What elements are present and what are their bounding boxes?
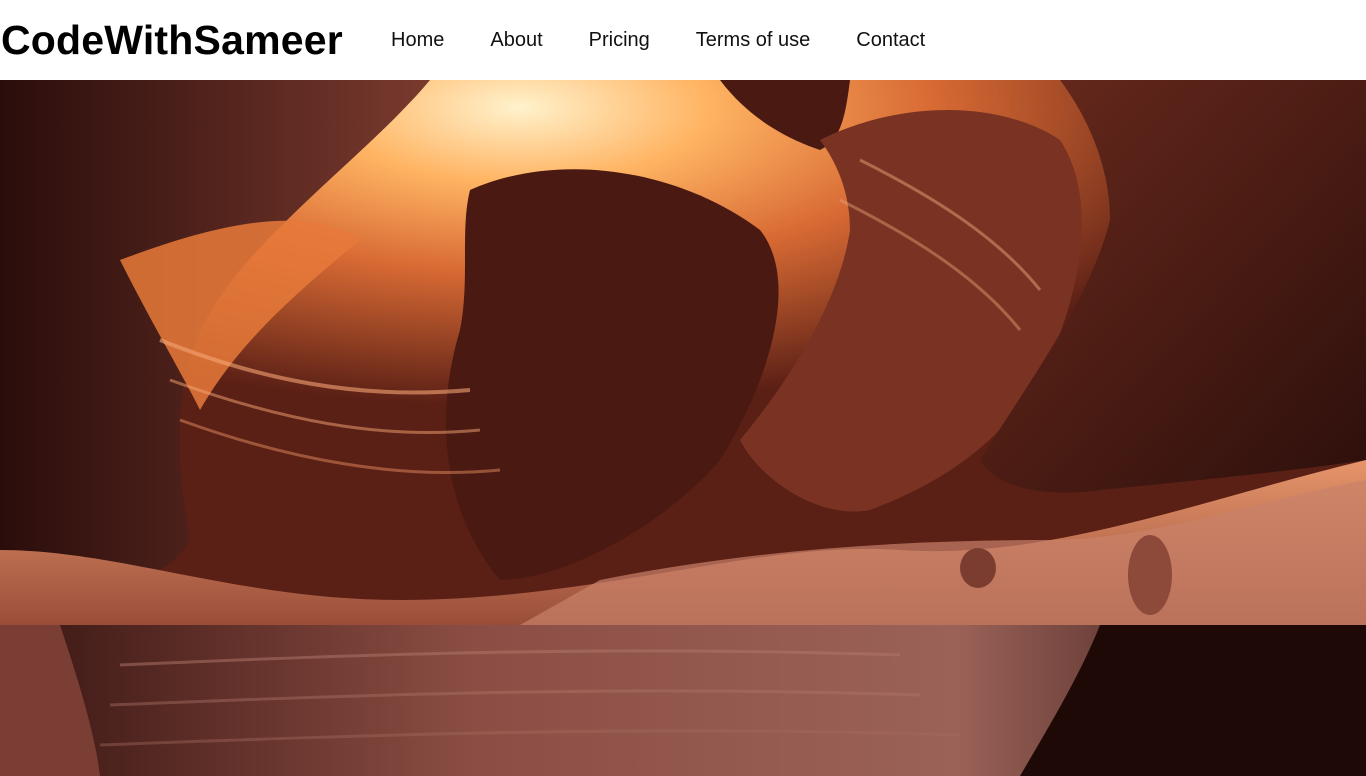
nav-link-about[interactable]: About <box>490 29 542 51</box>
top-navbar: CodeWithSameer Home About Pricing Terms … <box>0 0 1366 80</box>
brand-logo-text[interactable]: CodeWithSameer <box>1 17 343 63</box>
nav-item-about: About <box>490 28 542 52</box>
nav-menu: Home About Pricing Terms of use Contact <box>391 28 971 52</box>
hero-canyon-image-lower <box>0 625 1366 776</box>
nav-item-contact: Contact <box>856 28 925 52</box>
nav-link-home[interactable]: Home <box>391 29 444 51</box>
nav-link-contact[interactable]: Contact <box>856 29 925 51</box>
nav-link-pricing[interactable]: Pricing <box>589 29 650 51</box>
canyon-illustration-lower <box>0 625 1366 776</box>
nav-item-home: Home <box>391 28 444 52</box>
canyon-illustration <box>0 80 1366 625</box>
nav-item-pricing: Pricing <box>589 28 650 52</box>
nav-item-terms: Terms of use <box>696 28 810 52</box>
hero-canyon-image <box>0 80 1366 625</box>
nav-link-terms[interactable]: Terms of use <box>696 29 810 51</box>
